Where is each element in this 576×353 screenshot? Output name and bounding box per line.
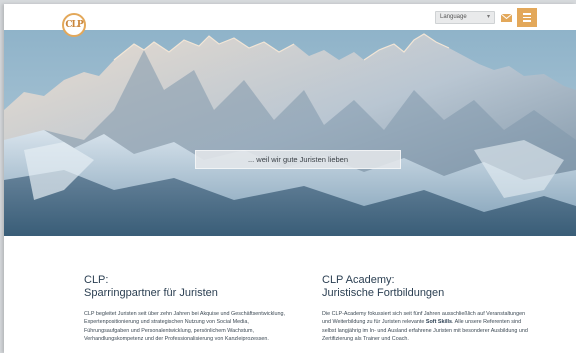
- mail-icon: [500, 13, 512, 22]
- hero-banner: ... weil wir gute Juristen lieben: [4, 30, 576, 236]
- clp-heading-line2: Sparringpartner für Juristen: [84, 287, 218, 299]
- mail-button[interactable]: [499, 11, 513, 24]
- logo-text: CLP: [65, 20, 83, 30]
- clp-heading-line1: CLP:: [84, 274, 109, 286]
- clp-heading: CLP: Sparringpartner für Juristen: [84, 274, 290, 300]
- academy-description: Die CLP-Academy fokussiert sich seit fün…: [322, 310, 528, 343]
- browser-page: CLP Language ▾ ... weil wir gute Juriste…: [4, 4, 576, 353]
- hamburger-menu-icon: [523, 13, 531, 15]
- hamburger-menu-button[interactable]: [517, 8, 537, 27]
- intro-section: CLP: Sparringpartner für Juristen CLP be…: [4, 236, 576, 353]
- academy-heading-line1: CLP Academy:: [322, 274, 395, 286]
- clp-column: CLP: Sparringpartner für Juristen CLP be…: [84, 274, 290, 343]
- academy-column: CLP Academy: Juristische Fortbildungen D…: [322, 274, 528, 343]
- language-select[interactable]: Language ▾: [435, 11, 495, 24]
- mountain-image: [4, 30, 576, 236]
- academy-heading: CLP Academy: Juristische Fortbildungen: [322, 274, 528, 300]
- clp-logo[interactable]: CLP: [62, 13, 86, 37]
- hero-tagline: ... weil wir gute Juristen lieben: [195, 150, 401, 169]
- soft-skills-highlight: Soft Skills: [425, 319, 452, 326]
- site-header: CLP Language ▾: [4, 4, 576, 37]
- academy-heading-line2: Juristische Fortbildungen: [322, 287, 445, 299]
- clp-description: CLP begleitet Juristen seit über zehn Ja…: [84, 311, 285, 342]
- language-select-label: Language: [440, 14, 467, 20]
- chevron-down-icon: ▾: [486, 14, 490, 20]
